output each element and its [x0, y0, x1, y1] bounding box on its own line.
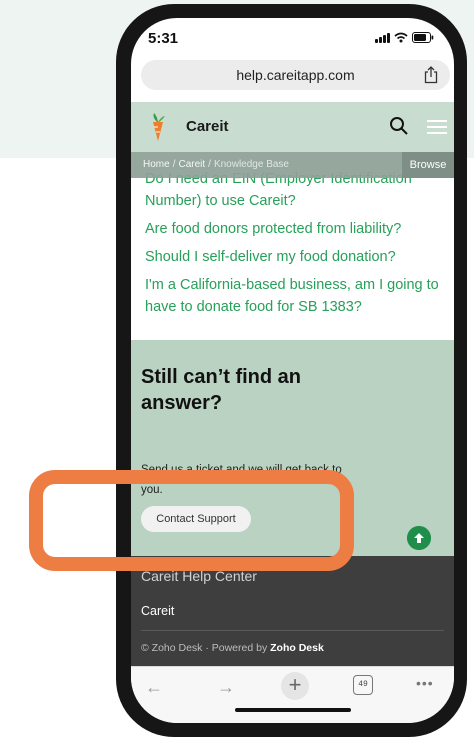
footer-credit-text: © Zoho Desk · Powered by — [141, 642, 271, 654]
new-tab-plus-icon[interactable]: + — [281, 672, 309, 700]
breadcrumb-current: Knowledge Base — [213, 159, 289, 170]
forward-icon[interactable]: → — [217, 677, 235, 698]
browser-toolbar: ← → + 49 ••• — [131, 666, 454, 723]
site-brand[interactable]: Careit — [186, 118, 229, 135]
more-options-icon[interactable]: ••• — [416, 675, 434, 691]
share-icon[interactable] — [424, 66, 438, 84]
back-icon[interactable]: ← — [145, 677, 163, 698]
url-text[interactable]: help.careitapp.com — [141, 67, 450, 83]
scroll-to-top-icon[interactable] — [407, 526, 431, 550]
status-bar: 5:31 — [131, 18, 454, 58]
footer-link-careit[interactable]: Careit — [141, 604, 174, 618]
article-link[interactable]: Are food donors protected from liability… — [145, 218, 445, 240]
breadcrumb-careit[interactable]: Careit — [178, 159, 205, 170]
highlight-ring — [29, 470, 354, 571]
site-header: Careit — [131, 102, 454, 152]
breadcrumb: Home / Careit / Knowledge Base Browse — [131, 152, 454, 178]
battery-icon — [412, 32, 434, 43]
footer-credit: © Zoho Desk · Powered by Zoho Desk — [141, 642, 324, 654]
zoho-desk-link[interactable]: Zoho Desk — [270, 642, 324, 654]
site-footer: Careit Help Center Careit © Zoho Desk · … — [131, 556, 454, 666]
tabs-count-icon[interactable]: 49 — [353, 675, 373, 695]
search-icon[interactable] — [389, 116, 409, 136]
contact-heading: Still can’t find an answer? — [141, 366, 302, 414]
hamburger-menu-icon[interactable] — [427, 120, 447, 134]
status-time: 5:31 — [148, 30, 179, 47]
breadcrumb-trail: Home / Careit / Knowledge Base — [143, 159, 289, 170]
carrot-logo-icon[interactable] — [149, 112, 167, 142]
status-icons — [375, 32, 434, 43]
phone-screen: 5:31 help.careitapp.com Careit Home / Ca… — [131, 18, 454, 723]
wifi-icon — [394, 32, 408, 43]
address-bar[interactable]: help.careitapp.com — [141, 60, 450, 90]
article-list: Do I need an EIN (Employer Identificatio… — [145, 168, 445, 324]
footer-divider — [141, 630, 444, 631]
breadcrumb-home[interactable]: Home — [143, 159, 170, 170]
home-indicator — [235, 708, 351, 712]
article-link[interactable]: I'm a California-based business, am I go… — [145, 274, 445, 318]
article-link[interactable]: Should I self-deliver my food donation? — [145, 246, 445, 268]
browse-button[interactable]: Browse — [402, 152, 454, 178]
signal-icon — [375, 32, 390, 43]
